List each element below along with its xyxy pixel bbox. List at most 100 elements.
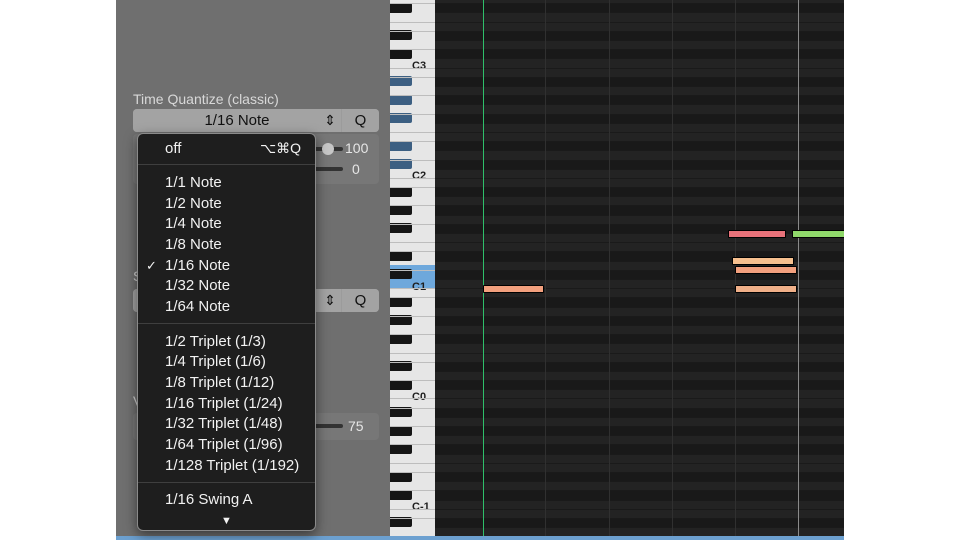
menu-item-1-32-triplet[interactable]: 1/32 Triplet (1/48): [138, 413, 315, 434]
black-key[interactable]: [390, 315, 412, 326]
menu-item-1-4-triplet[interactable]: 1/4 Triplet (1/6): [138, 351, 315, 372]
black-key[interactable]: [390, 379, 412, 390]
menu-item-1-16-note[interactable]: ✓ 1/16 Note: [138, 255, 315, 276]
black-key[interactable]: [390, 140, 412, 151]
menu-item-1-1-note[interactable]: 1/1 Note: [138, 172, 315, 193]
menu-item-1-4-note[interactable]: 1/4 Note: [138, 213, 315, 234]
white-key-divider: [390, 269, 435, 271]
select-arrows-icon: ⇕: [324, 292, 336, 308]
select-arrows-icon: ⇕: [324, 112, 336, 128]
midi-note[interactable]: [735, 285, 797, 293]
menu-item-label: off: [165, 140, 182, 157]
midi-note[interactable]: [732, 257, 794, 265]
quantize-q-button[interactable]: Q: [342, 109, 379, 132]
scroll-down-arrow-icon[interactable]: ▼: [138, 515, 315, 527]
menu-separator: [138, 323, 315, 324]
white-key-divider: [390, 205, 435, 207]
scale-q-button[interactable]: Q: [342, 289, 379, 312]
black-key[interactable]: [390, 471, 412, 482]
white-key-divider: [390, 426, 435, 428]
white-key-divider: [390, 407, 435, 409]
quantize-select-row: 1/16 Note ⇕ Q: [133, 109, 379, 132]
velocity-value: 75: [348, 418, 364, 434]
menu-shortcut: ⌥⌘Q: [259, 140, 301, 156]
menu-separator: [138, 164, 315, 165]
menu-item-label: 1/2 Note: [165, 195, 222, 212]
white-key-divider: [390, 67, 435, 69]
menu-item-label: 1/2 Triplet (1/3): [165, 333, 266, 350]
swing-value: 0: [352, 161, 360, 177]
menu-item-label: 1/16 Note: [165, 257, 231, 274]
white-key-divider: [390, 76, 435, 78]
white-key-divider: [390, 517, 435, 519]
piano-roll-grid[interactable]: [435, 0, 844, 540]
menu-item-label: 1/64 Triplet (1/96): [165, 436, 283, 453]
black-key[interactable]: [390, 250, 412, 261]
white-key-divider: [390, 361, 435, 363]
menu-item-1-16-triplet[interactable]: 1/16 Triplet (1/24): [138, 393, 315, 414]
bottom-status-strip: [116, 536, 844, 540]
quantize-select-value: 1/16 Note: [204, 112, 270, 129]
black-key[interactable]: [390, 113, 412, 124]
menu-item-label: 1/1 Note: [165, 174, 222, 191]
midi-note[interactable]: [792, 230, 844, 238]
piano-keyboard[interactable]: C3 C2 C1 C0 C-1: [390, 0, 436, 540]
midi-note[interactable]: [728, 230, 786, 238]
midi-note[interactable]: [483, 285, 544, 293]
menu-item-1-2-triplet[interactable]: 1/2 Triplet (1/3): [138, 331, 315, 352]
octave-label-c0: C0: [412, 391, 427, 403]
black-key[interactable]: [390, 333, 412, 344]
grid-line: [545, 0, 546, 540]
menu-item-label: 1/16 Triplet (1/24): [165, 395, 283, 412]
playhead-line[interactable]: [483, 0, 484, 540]
menu-item-label: 1/8 Triplet (1/12): [165, 374, 275, 391]
white-key-divider: [390, 141, 435, 143]
menu-item-off[interactable]: off ⌥⌘Q: [138, 138, 315, 159]
menu-item-1-16-swing-a[interactable]: 1/16 Swing A: [138, 489, 315, 510]
black-key[interactable]: [390, 407, 412, 418]
white-key-divider: [390, 242, 435, 244]
white-key-divider: [390, 288, 435, 290]
black-key[interactable]: [390, 30, 412, 41]
black-key[interactable]: [390, 204, 412, 215]
black-key[interactable]: [390, 159, 412, 169]
black-key[interactable]: [390, 94, 412, 105]
checkmark-icon: ✓: [146, 258, 157, 273]
menu-item-1-32-note[interactable]: 1/32 Note: [138, 275, 315, 296]
octave-label-c-1: C-1: [412, 501, 430, 513]
black-key[interactable]: [390, 2, 412, 13]
time-quantize-title: Time Quantize (classic): [133, 91, 279, 107]
white-key-divider: [390, 297, 435, 299]
menu-item-1-64-triplet[interactable]: 1/64 Triplet (1/96): [138, 434, 315, 455]
octave-label-c2: C2: [412, 170, 427, 182]
strength-slider-knob[interactable]: [322, 143, 334, 155]
black-key[interactable]: [390, 223, 412, 234]
black-key[interactable]: [390, 361, 412, 372]
menu-item-1-2-note[interactable]: 1/2 Note: [138, 193, 315, 214]
white-key-divider: [390, 508, 435, 510]
black-key[interactable]: [390, 489, 412, 500]
black-key[interactable]: [390, 76, 412, 87]
menu-item-label: 1/32 Note: [165, 277, 231, 294]
black-key[interactable]: [390, 48, 412, 59]
menu-item-1-128-triplet[interactable]: 1/128 Triplet (1/192): [138, 455, 315, 476]
midi-note[interactable]: [735, 266, 797, 274]
menu-item-1-8-triplet[interactable]: 1/8 Triplet (1/12): [138, 372, 315, 393]
black-key[interactable]: [390, 425, 412, 436]
quantize-select[interactable]: 1/16 Note: [133, 109, 341, 132]
black-key[interactable]: [390, 517, 412, 528]
black-key[interactable]: [390, 269, 412, 280]
black-key[interactable]: [390, 443, 412, 454]
menu-item-1-64-note[interactable]: 1/64 Note: [138, 296, 315, 317]
white-key-divider: [390, 380, 435, 382]
menu-item-label: 1/4 Triplet (1/6): [165, 353, 266, 370]
menu-item-label: 1/16 Swing A: [165, 491, 253, 508]
menu-item-label: 1/128 Triplet (1/192): [165, 457, 300, 474]
white-key-divider: [390, 251, 435, 253]
menu-item-label: 1/8 Note: [165, 236, 222, 253]
black-key[interactable]: [390, 186, 412, 197]
black-key[interactable]: [390, 296, 412, 307]
white-key-divider: [390, 398, 435, 400]
octave-label-c1: C1: [412, 281, 427, 293]
menu-item-1-8-note[interactable]: 1/8 Note: [138, 234, 315, 255]
